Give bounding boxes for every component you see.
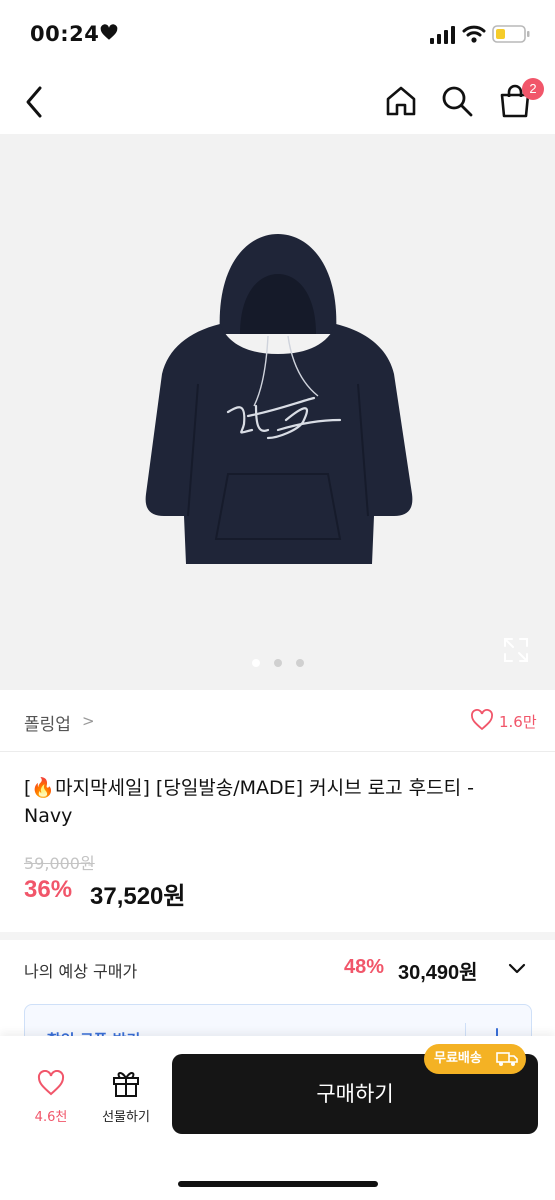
heart-outline-icon [37, 1069, 65, 1096]
chevron-right-icon: > [82, 712, 95, 730]
seller-row: 폴링업 > 1.6만 [0, 690, 555, 752]
top-nav-bar: 2 [0, 70, 555, 134]
original-price: 59,000원 [24, 854, 95, 873]
gift-button[interactable]: 선물하기 [94, 1068, 158, 1125]
gift-label: 선물하기 [102, 1110, 150, 1125]
cart-count-badge: 2 [522, 78, 544, 100]
carousel-dot[interactable] [251, 659, 260, 667]
status-time: 00:24 [30, 22, 100, 46]
discount-rate: 36% [24, 876, 73, 903]
expected-price-label: 나의 예상 구매가 [24, 962, 138, 981]
like-count: 1.6만 [499, 713, 537, 731]
signal-icon [430, 26, 455, 44]
carousel-dot[interactable] [295, 659, 304, 667]
wishlist-button[interactable]: 4.6천 [26, 1069, 76, 1125]
carousel-dots [0, 652, 555, 671]
product-image [145, 234, 413, 564]
home-indicator [178, 1181, 378, 1187]
bottom-action-bar: 4.6천 선물하기 구매하기 무료배송 [0, 1036, 555, 1200]
heart-status-icon [100, 24, 118, 40]
heart-outline-icon[interactable] [470, 709, 494, 731]
product-title: [🔥마지막세일] [당일발송/MADE] 커시브 로고 후드티 - Navy [24, 777, 474, 827]
free-shipping-badge: 무료배송 [424, 1044, 526, 1074]
battery-icon [492, 25, 530, 43]
wifi-icon [462, 25, 486, 43]
product-image-carousel[interactable] [0, 134, 555, 690]
expected-price-row[interactable]: 나의 예상 구매가 48% 30,490원 [0, 940, 555, 1000]
seller-name-link[interactable]: 폴링업 [24, 710, 71, 735]
expected-price: 30,490원 [398, 962, 478, 984]
home-icon[interactable] [382, 82, 420, 120]
chevron-down-icon[interactable] [506, 958, 528, 980]
expand-icon[interactable] [502, 636, 530, 664]
status-bar: 00:24 [0, 0, 555, 70]
wishlist-count: 4.6천 [34, 1110, 68, 1125]
sale-price: 37,520원 [90, 883, 186, 910]
expected-discount-rate: 48% [344, 956, 385, 978]
back-arrow-icon[interactable] [20, 82, 50, 122]
truck-icon [496, 1052, 518, 1066]
section-divider [0, 932, 555, 940]
carousel-dot[interactable] [273, 659, 282, 667]
gift-icon [113, 1072, 139, 1097]
search-icon[interactable] [438, 82, 476, 120]
free-shipping-label: 무료배송 [434, 1051, 482, 1066]
